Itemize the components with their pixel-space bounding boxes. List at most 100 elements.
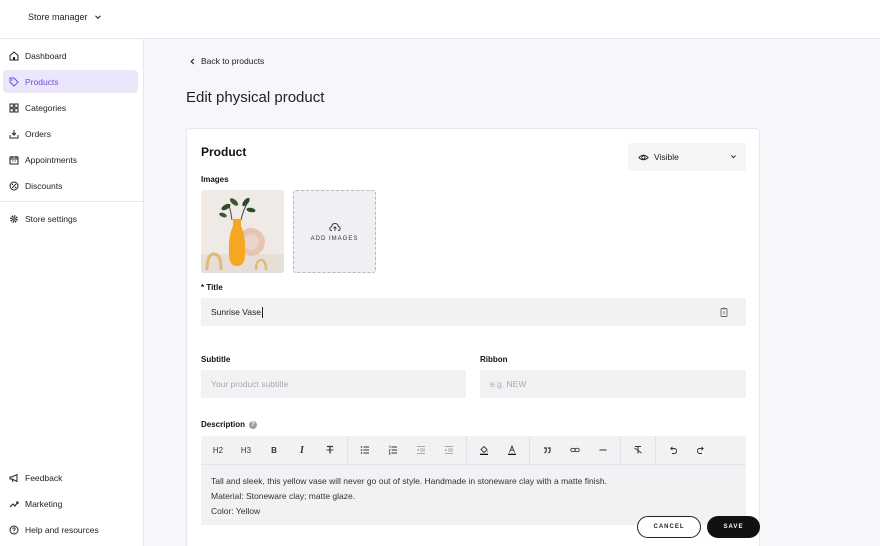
numbered-list-button[interactable] xyxy=(379,436,407,465)
horizontal-rule-button[interactable] xyxy=(589,436,617,465)
sidebar-item-label: Dashboard xyxy=(25,50,67,61)
cancel-button[interactable]: CANCEL xyxy=(637,516,701,538)
sidebar-item-label: Store settings xyxy=(25,213,77,224)
images-label: Images xyxy=(201,175,229,184)
store-switcher[interactable]: Store manager xyxy=(28,12,102,22)
bullet-list-button[interactable] xyxy=(351,436,379,465)
info-icon[interactable]: ? xyxy=(249,420,258,429)
sidebar-item-label: Discounts xyxy=(25,180,63,191)
sidebar-item-help[interactable]: Help and resources xyxy=(3,518,138,541)
ribbon-label: Ribbon xyxy=(480,355,508,364)
toolbar-group-insert xyxy=(530,435,621,465)
quote-icon xyxy=(544,447,551,454)
add-images-button[interactable]: ADD IMAGES xyxy=(293,190,376,273)
redo-button[interactable] xyxy=(687,436,715,465)
toolbar-group-format: H2 H3 B I xyxy=(201,435,348,465)
product-card: Product Visible Images ADD IMAGES * Titl… xyxy=(186,128,760,546)
back-to-products-link[interactable]: Back to products xyxy=(189,56,264,66)
toolbar-group-clear xyxy=(621,435,656,465)
visibility-dropdown[interactable]: Visible xyxy=(628,143,746,171)
clear-formatting-icon xyxy=(634,446,642,454)
italic-button[interactable]: I xyxy=(288,436,316,465)
eye-icon xyxy=(638,154,649,160)
store-name: Store manager xyxy=(28,12,88,22)
vase-photo xyxy=(201,190,284,273)
quote-button[interactable] xyxy=(533,436,561,465)
title-label: * Title xyxy=(201,283,223,292)
cloud-upload-icon xyxy=(328,222,341,231)
title-value: Sunrise Vase xyxy=(211,307,261,317)
paint-bucket-icon xyxy=(480,445,488,455)
chevron-left-icon xyxy=(190,58,195,64)
discount-icon xyxy=(9,181,19,190)
indent-icon xyxy=(445,446,453,454)
help-icon xyxy=(9,525,19,534)
sidebar-item-appointments[interactable]: Appointments xyxy=(3,148,138,171)
sidebar-item-label: Categories xyxy=(25,102,67,113)
sidebar-item-discounts[interactable]: Discounts xyxy=(3,174,138,197)
home-icon xyxy=(9,50,19,60)
sidebar-item-label: Marketing xyxy=(25,498,63,509)
highlight-color-button[interactable] xyxy=(470,436,498,465)
undo-button[interactable] xyxy=(659,436,687,465)
subtitle-input[interactable]: Your product subtitle xyxy=(201,370,466,398)
sidebar-item-products[interactable]: Products xyxy=(3,70,138,93)
clipboard-icon[interactable] xyxy=(720,307,728,317)
product-image-thumbnail[interactable] xyxy=(201,190,284,273)
sidebar-item-marketing[interactable]: Marketing xyxy=(3,492,138,515)
strikethrough-icon xyxy=(326,445,334,454)
text-caret xyxy=(261,306,263,318)
sidebar-item-feedback[interactable]: Feedback xyxy=(3,466,138,489)
rich-text-toolbar: H2 H3 B I xyxy=(201,435,746,465)
redo-icon xyxy=(697,446,704,454)
tag-icon xyxy=(9,77,19,87)
grid-icon xyxy=(9,103,19,112)
save-button[interactable]: SAVE xyxy=(707,516,760,538)
back-link-label: Back to products xyxy=(201,56,265,66)
sidebar-item-label: Help and resources xyxy=(25,524,99,535)
outdent-button[interactable] xyxy=(407,436,435,465)
gear-icon xyxy=(10,214,18,223)
chevron-down-icon xyxy=(730,155,737,159)
bold-button[interactable]: B xyxy=(260,436,288,465)
calendar-icon xyxy=(9,155,19,164)
trend-icon xyxy=(9,501,19,507)
toolbar-group-lists xyxy=(348,435,467,465)
main-content: Back to products Edit physical product P… xyxy=(144,39,880,546)
sidebar: Dashboard Products Categories Orders App… xyxy=(0,39,144,546)
clear-formatting-button[interactable] xyxy=(624,436,652,465)
add-images-label: ADD IMAGES xyxy=(310,235,359,242)
ribbon-input[interactable]: e.g. NEW xyxy=(480,370,746,398)
top-bar: Store manager xyxy=(0,0,880,39)
heading-3-button[interactable]: H3 xyxy=(232,436,260,465)
visibility-value: Visible xyxy=(654,152,679,162)
description-label: Description? xyxy=(201,420,258,429)
toolbar-group-history xyxy=(656,436,718,465)
link-icon xyxy=(570,447,580,453)
sidebar-item-categories[interactable]: Categories xyxy=(3,96,138,119)
text-color-icon xyxy=(508,445,516,455)
sidebar-item-dashboard[interactable]: Dashboard xyxy=(3,44,138,67)
megaphone-icon xyxy=(9,473,18,482)
sidebar-item-store-settings[interactable]: Store settings xyxy=(3,207,138,230)
outdent-icon xyxy=(417,446,425,454)
chevron-down-icon xyxy=(94,15,101,20)
strikethrough-button[interactable] xyxy=(316,436,344,465)
card-title: Product xyxy=(201,145,247,159)
text-color-button[interactable] xyxy=(498,436,526,465)
numbered-list-icon xyxy=(388,445,397,455)
toolbar-group-color xyxy=(467,435,530,465)
description-line: Material: Stoneware clay; matte glaze. xyxy=(211,491,356,501)
sidebar-divider xyxy=(0,201,143,202)
heading-2-button[interactable]: H2 xyxy=(204,436,232,465)
sidebar-item-orders[interactable]: Orders xyxy=(3,122,138,145)
description-line: Tall and sleek, this yellow vase will ne… xyxy=(211,476,607,486)
page-title: Edit physical product xyxy=(186,89,325,106)
undo-icon xyxy=(670,446,677,454)
sidebar-item-label: Appointments xyxy=(25,154,77,165)
link-button[interactable] xyxy=(561,436,589,465)
indent-button[interactable] xyxy=(435,436,463,465)
subtitle-label: Subtitle xyxy=(201,355,231,364)
sidebar-item-label: Feedback xyxy=(25,472,63,483)
title-input[interactable]: Sunrise Vase xyxy=(201,298,746,326)
